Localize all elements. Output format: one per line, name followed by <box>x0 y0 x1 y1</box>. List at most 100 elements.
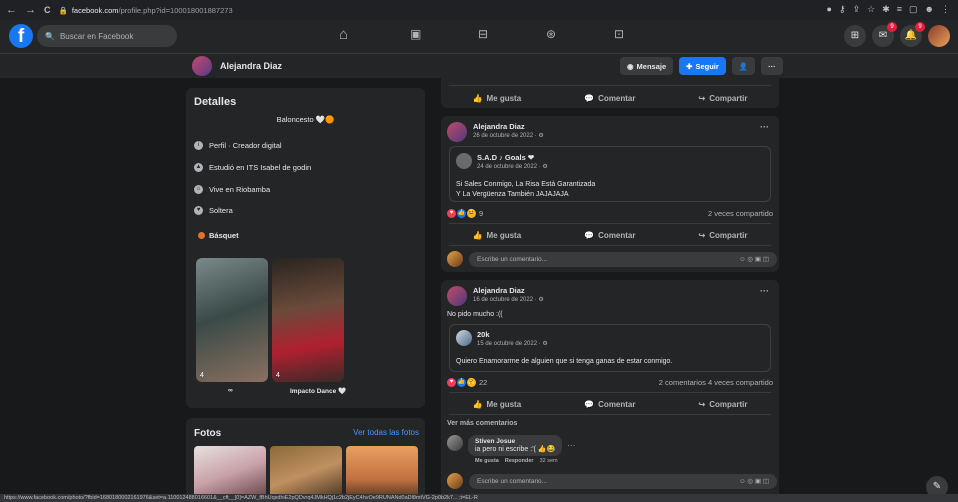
profile-avatar[interactable] <box>192 56 212 76</box>
reload-button[interactable]: C <box>44 5 51 15</box>
comment-time[interactable]: 32 sem <box>540 458 558 464</box>
story-2-label: Impacto Dance 🤍 <box>290 388 347 395</box>
featured-story-1[interactable] <box>196 258 268 382</box>
shared-date[interactable]: 24 de octubre de 2022 · ⚙ <box>477 163 548 170</box>
like-button[interactable]: 👍 Me gusta <box>473 400 522 409</box>
post-more-button[interactable]: ··· <box>760 122 769 132</box>
window-icon[interactable]: ▢ <box>909 4 918 15</box>
video-icon[interactable]: ▣ <box>410 27 421 41</box>
like-label: Me gusta <box>486 93 522 103</box>
comment-input[interactable]: Escribe un comentario... ☺ ◎ ▣ ◫ <box>469 251 777 267</box>
post-date[interactable]: 26 de octubre de 2022 · ⚙ <box>473 132 544 139</box>
search-input[interactable]: 🔍 Buscar en Facebook <box>37 25 177 47</box>
share-button[interactable]: ↪ Compartir <box>699 231 748 240</box>
puzzle-icon[interactable]: ✱ <box>882 4 890 15</box>
shared-date[interactable]: 15 de octubre de 2022 · ⚙ <box>477 340 548 347</box>
comments-shares-count[interactable]: 2 comentarios 4 veces compartido <box>659 378 773 387</box>
reactions[interactable]: ♥ 👍 😆 9 <box>447 209 483 218</box>
post-card-previous: 👍 Me gusta 💬 Comentar ↪ Compartir <box>441 78 779 108</box>
star-icon[interactable]: ☆ <box>867 4 875 15</box>
comment-like-button[interactable]: Me gusta <box>475 458 499 464</box>
forward-button[interactable]: → <box>25 4 36 16</box>
friend-icon-button[interactable]: 👤 <box>731 57 756 75</box>
profile-icon[interactable]: ☻ <box>925 4 934 15</box>
profile-name[interactable]: Alejandra Diaz <box>220 61 282 71</box>
post-author-avatar[interactable] <box>447 286 467 306</box>
comment-button[interactable]: 💬 Comentar <box>584 400 635 409</box>
shared-author-avatar[interactable] <box>456 153 472 169</box>
post-author[interactable]: Alejandra Diaz <box>473 286 544 295</box>
kebab-icon[interactable]: ⋮ <box>941 4 950 15</box>
follow-button[interactable]: ✚ Seguir <box>679 57 726 75</box>
comment-tools-icons[interactable]: ☺ ◎ ▣ ◫ <box>739 255 769 263</box>
comment-button[interactable]: 💬 Comentar <box>584 94 635 103</box>
comment-more-button[interactable]: ··· <box>567 441 575 464</box>
love-reaction-icon: ♥ <box>447 209 456 218</box>
share-label: Compartir <box>709 230 748 240</box>
hobby-chip[interactable]: Básquet <box>198 231 239 240</box>
commenter-name[interactable]: Stiven Josue <box>475 438 555 445</box>
facebook-logo-icon[interactable]: f <box>9 24 33 48</box>
post-text-line: Si Sales Conmigo, La Risa Está Garantiza… <box>456 181 596 188</box>
message-button[interactable]: ◉ Mensaje <box>620 57 674 75</box>
more-comments-link[interactable]: Ver más comentarios <box>447 420 517 427</box>
post-more-button[interactable]: ··· <box>760 286 769 296</box>
comment-icon: 💬 <box>584 230 595 240</box>
more-options-button[interactable]: ··· <box>761 57 783 75</box>
post-author-avatar[interactable] <box>447 122 467 142</box>
shared-text: Quiero Enamorarme de alguien que si teng… <box>456 358 673 365</box>
extension-icon[interactable]: ● <box>827 4 832 15</box>
notifications-icon[interactable]: 🔔 9 <box>900 22 925 47</box>
commenter-avatar[interactable] <box>447 435 463 451</box>
comment-input[interactable]: Escribe un comentario... ☺ ◎ ▣ ◫ <box>469 473 777 489</box>
comment-button[interactable]: 💬 Comentar <box>584 231 635 240</box>
messenger-icon[interactable]: ✉ 9 <box>872 22 897 47</box>
home-small-icon: ⌂ <box>194 185 203 194</box>
shares-count[interactable]: 2 veces compartido <box>708 209 773 218</box>
divider <box>449 245 771 246</box>
shared-author[interactable]: S.A.D ♪ Goals ❤ <box>477 153 548 162</box>
like-button[interactable]: 👍 Me gusta <box>473 231 522 240</box>
comment-item: Stiven Josue ia pero ni escribe :'( 👍😂 M… <box>447 435 575 464</box>
shared-post[interactable]: S.A.D ♪ Goals ❤ 24 de octubre de 2022 · ⚙… <box>449 146 771 202</box>
home-icon[interactable]: ⌂ <box>339 26 348 43</box>
search-placeholder: Buscar en Facebook <box>59 31 134 41</box>
post-card: Alejandra Diaz 16 de octubre de 2022 · ⚙ … <box>441 280 779 494</box>
reactions[interactable]: ♥ 👍 🤗 22 <box>447 378 487 387</box>
post-actions: 👍 Me gusta 💬 Comentar ↪ Compartir <box>441 395 779 413</box>
shared-author[interactable]: 20k <box>477 330 548 339</box>
marketplace-icon[interactable]: ⊟ <box>478 27 488 41</box>
gaming-icon[interactable]: ⊡ <box>614 27 624 41</box>
share-arrow-icon: ↪ <box>698 93 706 103</box>
info-text: Soltera <box>209 206 233 215</box>
graduation-cap-icon: ▲ <box>194 163 203 172</box>
shared-author-avatar[interactable] <box>456 330 472 346</box>
care-reaction-icon: 🤗 <box>467 378 476 387</box>
share-icon[interactable]: ⇪ <box>853 4 861 15</box>
see-all-photos-link[interactable]: Ver todas las fotos <box>353 428 419 437</box>
status-bar-url: https://www.facebook.com/photo/?fbid=168… <box>0 494 958 502</box>
comment-tools-icons[interactable]: ☺ ◎ ▣ ◫ <box>739 477 769 485</box>
back-button[interactable]: ← <box>6 4 17 16</box>
post-date[interactable]: 16 de octubre de 2022 · ⚙ <box>473 296 544 303</box>
comment-reply-button[interactable]: Responder <box>505 458 534 464</box>
info-text: Perfil · Creador digital <box>209 141 282 150</box>
share-button[interactable]: ↪ Compartir <box>699 94 748 103</box>
commenter-avatar <box>447 473 463 489</box>
thumbs-up-icon: 👍 <box>472 399 483 409</box>
menu-grid-icon[interactable]: ⊞ <box>844 25 866 47</box>
like-button[interactable]: 👍 Me gusta <box>473 94 522 103</box>
basketball-icon <box>198 232 205 239</box>
account-avatar[interactable] <box>928 25 950 47</box>
groups-icon[interactable]: ⊛ <box>546 27 556 41</box>
featured-story-2[interactable] <box>272 258 344 382</box>
comment-label: Comentar <box>598 399 636 409</box>
address-bar[interactable]: 🔒 facebook.com/profile.php?id=1000180018… <box>59 6 233 15</box>
like-reaction-icon: 👍 <box>457 378 466 387</box>
menu-icon[interactable]: ≡ <box>897 4 902 15</box>
key-icon[interactable]: ⚷ <box>839 4 846 15</box>
share-button[interactable]: ↪ Compartir <box>699 400 748 409</box>
post-author[interactable]: Alejandra Diaz <box>473 122 544 131</box>
shared-post[interactable]: 20k 15 de octubre de 2022 · ⚙ Quiero Enam… <box>449 324 771 372</box>
comment-text: ia pero ni escribe :'( 👍😂 <box>475 446 556 453</box>
